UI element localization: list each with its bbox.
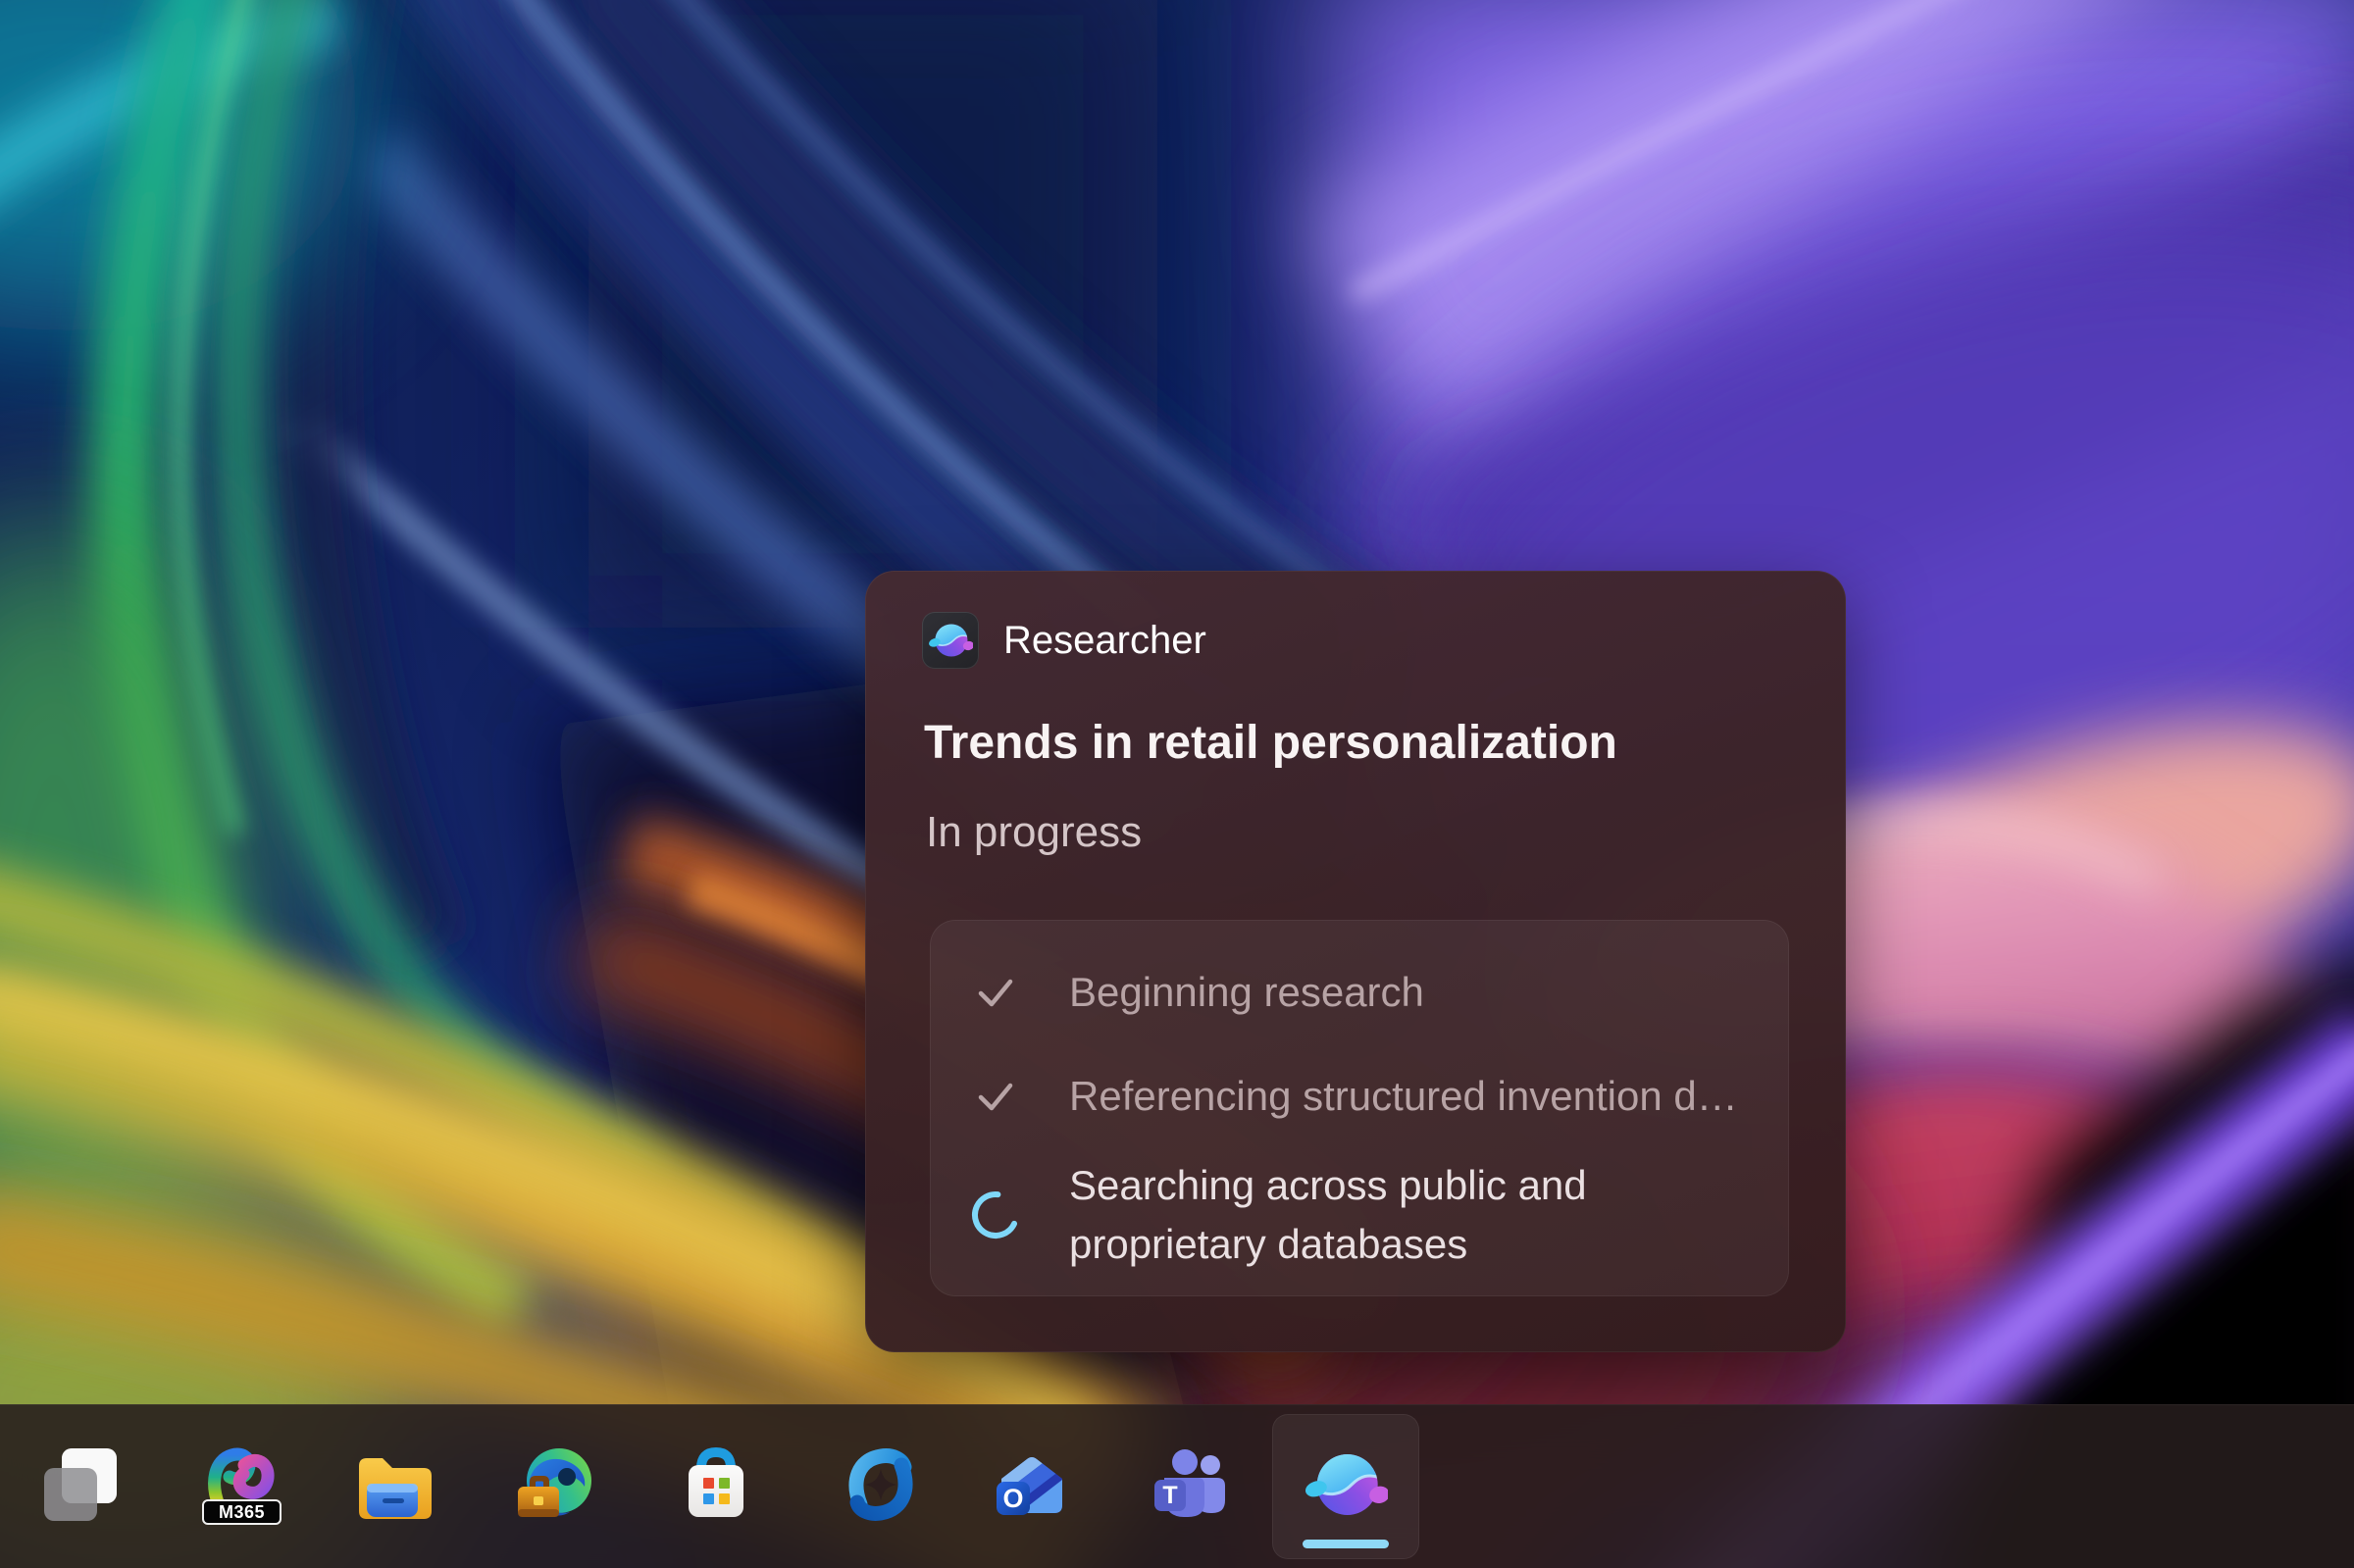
step-label: Searching across public and proprietary …	[1069, 1156, 1716, 1274]
task-view-icon	[36, 1441, 125, 1529]
progress-step: Beginning research	[969, 961, 1424, 1024]
check-icon	[969, 1070, 1022, 1123]
taskbar-item-edge[interactable]	[511, 1441, 599, 1529]
taskbar-item-copilot[interactable]	[837, 1441, 925, 1529]
progress-steps-panel: Beginning research Referencing structure…	[930, 920, 1789, 1296]
taskbar-item-teams[interactable]: T	[1149, 1441, 1237, 1529]
taskbar-item-file-explorer[interactable]	[351, 1441, 439, 1529]
taskbar-item-m365-copilot[interactable]: M365	[193, 1441, 281, 1529]
researcher-logo-icon	[928, 618, 973, 663]
spinner-icon	[969, 1189, 1022, 1241]
taskbar: M365	[0, 1404, 2354, 1568]
taskbar-item-outlook[interactable]: O	[988, 1441, 1076, 1529]
researcher-progress-card[interactable]: Researcher Trends in retail personalizat…	[865, 571, 1846, 1352]
desktop: Researcher Trends in retail personalizat…	[0, 0, 2354, 1568]
svg-text:O: O	[1002, 1484, 1023, 1513]
taskbar-item-researcher[interactable]	[1302, 1441, 1390, 1529]
step-label: Referencing structured invention d…	[1069, 1067, 1738, 1126]
progress-step: Searching across public and proprietary …	[969, 1153, 1716, 1277]
task-status: In progress	[926, 808, 1142, 857]
app-name: Researcher	[1003, 619, 1206, 663]
teams-icon: T	[1149, 1441, 1237, 1529]
edge-icon	[511, 1441, 599, 1529]
microsoft-store-icon	[672, 1441, 760, 1529]
taskbar-item-store[interactable]	[672, 1441, 760, 1529]
progress-step: Referencing structured invention d…	[969, 1065, 1738, 1128]
taskbar-item-task-view[interactable]	[36, 1441, 125, 1529]
outlook-icon: O	[988, 1441, 1076, 1529]
researcher-app-icon	[922, 612, 979, 669]
copilot-icon	[837, 1441, 925, 1529]
m365-badge: M365	[202, 1499, 281, 1525]
file-explorer-icon	[351, 1441, 439, 1529]
researcher-icon	[1304, 1442, 1388, 1527]
step-label: Beginning research	[1069, 963, 1424, 1022]
active-app-indicator	[1303, 1540, 1389, 1548]
check-icon	[969, 966, 1022, 1019]
svg-text:T: T	[1162, 1482, 1177, 1509]
card-header: Researcher	[922, 612, 1206, 669]
task-title: Trends in retail personalization	[924, 716, 1617, 770]
